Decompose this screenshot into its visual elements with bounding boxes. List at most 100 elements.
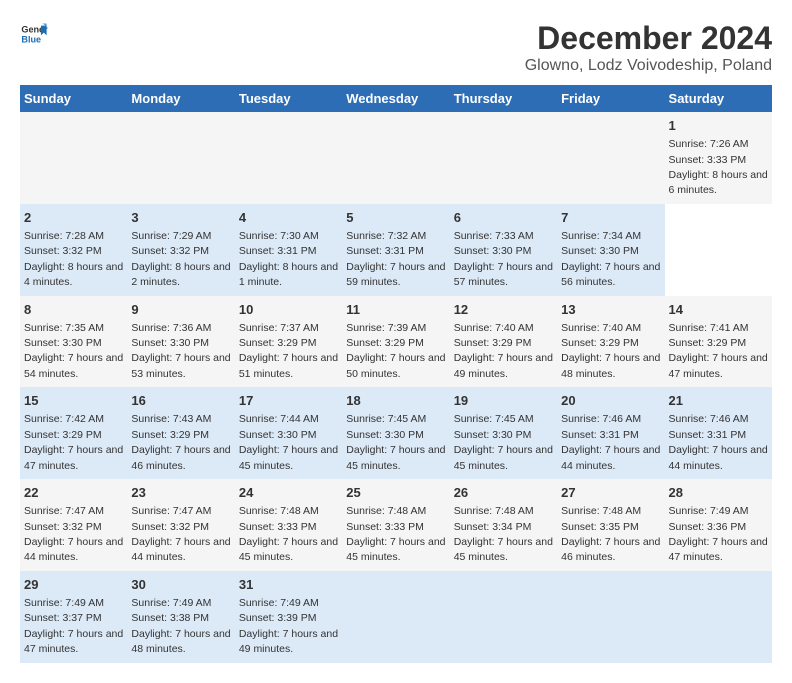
day-number: 1 — [669, 117, 768, 135]
day-number: 5 — [346, 209, 445, 227]
day-info: Sunrise: 7:42 AMSunset: 3:29 PMDaylight:… — [24, 413, 123, 471]
day-number: 17 — [239, 392, 338, 410]
empty-cell — [127, 112, 234, 204]
day-cell-18: 18 Sunrise: 7:45 AMSunset: 3:30 PMDayligh… — [342, 387, 449, 479]
week-row-5: 22 Sunrise: 7:47 AMSunset: 3:32 PMDayligh… — [20, 479, 772, 571]
day-number: 19 — [454, 392, 553, 410]
day-info: Sunrise: 7:45 AMSunset: 3:30 PMDaylight:… — [346, 413, 445, 471]
day-info: Sunrise: 7:48 AMSunset: 3:35 PMDaylight:… — [561, 505, 660, 563]
empty-cell — [20, 112, 127, 204]
day-number: 6 — [454, 209, 553, 227]
day-cell-22: 22 Sunrise: 7:47 AMSunset: 3:32 PMDayligh… — [20, 479, 127, 571]
logo-icon: General Blue — [20, 20, 48, 48]
day-cell-21: 21Sunrise: 7:46 AMSunset: 3:31 PMDayligh… — [665, 387, 772, 479]
day-number: 30 — [131, 576, 230, 594]
day-header-tuesday: Tuesday — [235, 85, 342, 112]
empty-cell — [450, 112, 557, 204]
day-info: Sunrise: 7:30 AMSunset: 3:31 PMDaylight:… — [239, 230, 338, 288]
day-number: 8 — [24, 301, 123, 319]
day-number: 11 — [346, 301, 445, 319]
day-cell-29: 29 Sunrise: 7:49 AMSunset: 3:37 PMDayligh… — [20, 571, 127, 663]
subtitle: Glowno, Lodz Voivodeship, Poland — [525, 57, 772, 75]
day-info: Sunrise: 7:49 AMSunset: 3:36 PMDaylight:… — [669, 505, 768, 563]
header: General Blue December 2024 Glowno, Lodz … — [20, 20, 772, 75]
day-cell-30: 30 Sunrise: 7:49 AMSunset: 3:38 PMDayligh… — [127, 571, 234, 663]
day-number: 29 — [24, 576, 123, 594]
day-cell-28: 28 Sunrise: 7:49 AMSunset: 3:36 PMDayligh… — [665, 479, 772, 571]
day-number: 26 — [454, 484, 553, 502]
day-header-saturday: Saturday — [665, 85, 772, 112]
day-header-monday: Monday — [127, 85, 234, 112]
day-cell-7: 7Sunrise: 7:34 AMSunset: 3:30 PMDaylight… — [557, 204, 664, 296]
day-number: 28 — [669, 484, 768, 502]
day-cell-27: 27 Sunrise: 7:48 AMSunset: 3:35 PMDayligh… — [557, 479, 664, 571]
day-info: Sunrise: 7:48 AMSunset: 3:33 PMDaylight:… — [239, 505, 338, 563]
week-row-1: 1Sunrise: 7:26 AMSunset: 3:33 PMDaylight… — [20, 112, 772, 204]
day-cell-4: 4Sunrise: 7:30 AMSunset: 3:31 PMDaylight… — [235, 204, 342, 296]
day-number: 27 — [561, 484, 660, 502]
day-cell-24: 24Sunrise: 7:48 AMSunset: 3:33 PMDayligh… — [235, 479, 342, 571]
logo: General Blue — [20, 20, 48, 48]
day-number: 2 — [24, 209, 123, 227]
day-info: Sunrise: 7:41 AMSunset: 3:29 PMDaylight:… — [669, 322, 768, 380]
day-number: 31 — [239, 576, 338, 594]
day-info: Sunrise: 7:48 AMSunset: 3:34 PMDaylight:… — [454, 505, 553, 563]
day-info: Sunrise: 7:40 AMSunset: 3:29 PMDaylight:… — [561, 322, 660, 380]
day-number: 21 — [669, 392, 768, 410]
day-cell-14: 14Sunrise: 7:41 AMSunset: 3:29 PMDayligh… — [665, 296, 772, 388]
day-cell-5: 5 Sunrise: 7:32 AMSunset: 3:31 PMDaylight… — [342, 204, 449, 296]
day-cell-8: 8 Sunrise: 7:35 AMSunset: 3:30 PMDaylight… — [20, 296, 127, 388]
empty-cell — [235, 112, 342, 204]
day-info: Sunrise: 7:45 AMSunset: 3:30 PMDaylight:… — [454, 413, 553, 471]
day-header-thursday: Thursday — [450, 85, 557, 112]
day-number: 18 — [346, 392, 445, 410]
day-number: 23 — [131, 484, 230, 502]
day-header-friday: Friday — [557, 85, 664, 112]
day-info: Sunrise: 7:43 AMSunset: 3:29 PMDaylight:… — [131, 413, 230, 471]
day-number: 9 — [131, 301, 230, 319]
day-cell-31: 31 Sunrise: 7:49 AMSunset: 3:39 PMDayligh… — [235, 571, 342, 663]
day-info: Sunrise: 7:37 AMSunset: 3:29 PMDaylight:… — [239, 322, 338, 380]
day-info: Sunrise: 7:40 AMSunset: 3:29 PMDaylight:… — [454, 322, 553, 380]
day-cell-9: 9Sunrise: 7:36 AMSunset: 3:30 PMDaylight… — [127, 296, 234, 388]
day-cell-2: 2 Sunrise: 7:28 AMSunset: 3:32 PMDaylight… — [20, 204, 127, 296]
day-cell-26: 26 Sunrise: 7:48 AMSunset: 3:34 PMDayligh… — [450, 479, 557, 571]
empty-cell — [450, 571, 557, 663]
week-row-2: 2 Sunrise: 7:28 AMSunset: 3:32 PMDaylight… — [20, 204, 772, 296]
day-cell-15: 15 Sunrise: 7:42 AMSunset: 3:29 PMDayligh… — [20, 387, 127, 479]
week-row-3: 8 Sunrise: 7:35 AMSunset: 3:30 PMDaylight… — [20, 296, 772, 388]
day-info: Sunrise: 7:33 AMSunset: 3:30 PMDaylight:… — [454, 230, 553, 288]
day-info: Sunrise: 7:48 AMSunset: 3:33 PMDaylight:… — [346, 505, 445, 563]
day-info: Sunrise: 7:44 AMSunset: 3:30 PMDaylight:… — [239, 413, 338, 471]
day-cell-3: 3Sunrise: 7:29 AMSunset: 3:32 PMDaylight… — [127, 204, 234, 296]
day-info: Sunrise: 7:28 AMSunset: 3:32 PMDaylight:… — [24, 230, 123, 288]
week-row-4: 15 Sunrise: 7:42 AMSunset: 3:29 PMDayligh… — [20, 387, 772, 479]
day-cell-19: 19 Sunrise: 7:45 AMSunset: 3:30 PMDayligh… — [450, 387, 557, 479]
header-row: SundayMondayTuesdayWednesdayThursdayFrid… — [20, 85, 772, 112]
day-info: Sunrise: 7:39 AMSunset: 3:29 PMDaylight:… — [346, 322, 445, 380]
day-number: 3 — [131, 209, 230, 227]
day-info: Sunrise: 7:49 AMSunset: 3:38 PMDaylight:… — [131, 597, 230, 655]
day-info: Sunrise: 7:46 AMSunset: 3:31 PMDaylight:… — [561, 413, 660, 471]
day-info: Sunrise: 7:47 AMSunset: 3:32 PMDaylight:… — [24, 505, 123, 563]
day-cell-1: 1Sunrise: 7:26 AMSunset: 3:33 PMDaylight… — [665, 112, 772, 204]
day-number: 22 — [24, 484, 123, 502]
day-cell-6: 6 Sunrise: 7:33 AMSunset: 3:30 PMDaylight… — [450, 204, 557, 296]
day-cell-23: 23Sunrise: 7:47 AMSunset: 3:32 PMDayligh… — [127, 479, 234, 571]
week-row-6: 29 Sunrise: 7:49 AMSunset: 3:37 PMDayligh… — [20, 571, 772, 663]
day-info: Sunrise: 7:32 AMSunset: 3:31 PMDaylight:… — [346, 230, 445, 288]
day-info: Sunrise: 7:49 AMSunset: 3:39 PMDaylight:… — [239, 597, 338, 655]
day-info: Sunrise: 7:49 AMSunset: 3:37 PMDaylight:… — [24, 597, 123, 655]
calendar-table: SundayMondayTuesdayWednesdayThursdayFrid… — [20, 85, 772, 663]
day-info: Sunrise: 7:35 AMSunset: 3:30 PMDaylight:… — [24, 322, 123, 380]
day-number: 12 — [454, 301, 553, 319]
title-section: December 2024 Glowno, Lodz Voivodeship, … — [525, 20, 772, 75]
day-cell-12: 12 Sunrise: 7:40 AMSunset: 3:29 PMDayligh… — [450, 296, 557, 388]
day-number: 7 — [561, 209, 660, 227]
empty-cell — [342, 112, 449, 204]
day-number: 15 — [24, 392, 123, 410]
day-header-sunday: Sunday — [20, 85, 127, 112]
day-cell-13: 13Sunrise: 7:40 AMSunset: 3:29 PMDayligh… — [557, 296, 664, 388]
day-cell-16: 16Sunrise: 7:43 AMSunset: 3:29 PMDayligh… — [127, 387, 234, 479]
day-cell-10: 10Sunrise: 7:37 AMSunset: 3:29 PMDayligh… — [235, 296, 342, 388]
